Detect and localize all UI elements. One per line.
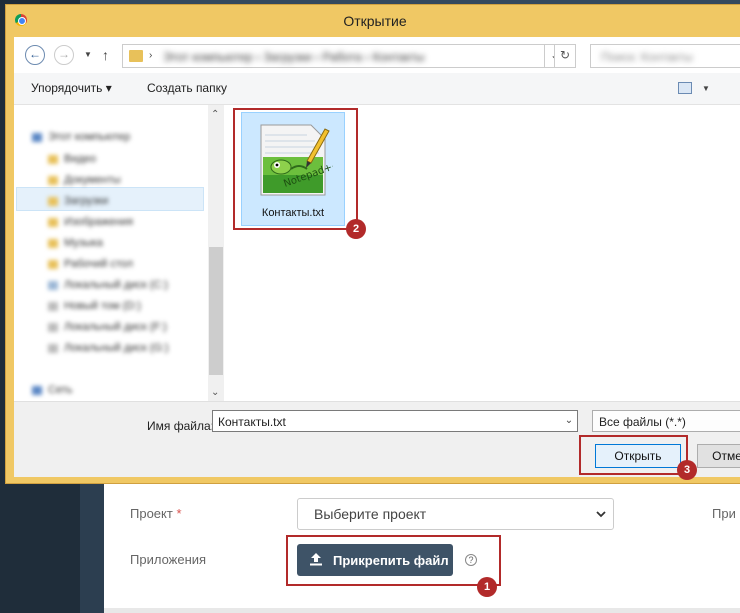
recent-locations-icon[interactable]: ▼ — [84, 50, 92, 59]
scroll-thumb[interactable] — [209, 247, 223, 375]
tree-item[interactable]: Локальный диск (G:) — [48, 342, 169, 354]
nav-scrollbar[interactable]: ⌃ ⌄ — [208, 105, 224, 401]
tree-item[interactable]: Этот компьютер — [32, 131, 130, 143]
filename-label: Имя файла: — [147, 419, 214, 433]
chevron-down-icon[interactable]: ⌄ — [561, 411, 577, 431]
step-badge-1: 1 — [477, 577, 497, 597]
file-list: Notepad++ Контакты.txt 2 — [225, 105, 740, 401]
tree-item[interactable]: Новый том (D:) — [48, 300, 141, 312]
scroll-down-icon[interactable]: ⌄ — [211, 387, 219, 398]
tree-item[interactable]: Локальный диск (F:) — [48, 321, 167, 333]
highlight-file — [233, 108, 358, 230]
folder-icon — [129, 50, 143, 62]
scroll-up-icon[interactable]: ⌃ — [211, 109, 219, 120]
breadcrumb: Этот компьютер › Загрузки › Работа › Кон… — [163, 50, 425, 64]
tree-item[interactable]: Изображения — [48, 216, 133, 228]
tree-item[interactable]: Видео — [48, 153, 96, 165]
dialog-title: Открытие — [343, 13, 407, 29]
organize-button[interactable]: Упорядочить ▾ — [31, 81, 112, 95]
up-arrow-icon[interactable]: ↑ — [102, 47, 109, 63]
cancel-button[interactable]: Отме — [697, 444, 740, 468]
open-file-dialog: Открытие ← → ▼ ↑ › Этот компьютер › Загр… — [5, 4, 740, 484]
search-input[interactable]: Поиск: Контакты — [590, 44, 740, 68]
project-label: Проект * — [130, 506, 182, 521]
tree-item[interactable]: Загрузки — [48, 195, 108, 207]
tree-selection — [16, 187, 204, 211]
refresh-button[interactable]: ↻ — [554, 44, 576, 68]
highlight-open — [579, 435, 688, 475]
navigation-bar: ← → ▼ ↑ › Этот компьютер › Загрузки › Ра… — [14, 37, 740, 73]
tree-item[interactable]: Документы — [48, 174, 121, 186]
forward-button[interactable]: → — [54, 45, 74, 65]
filetype-select[interactable]: Все файлы (*.*) — [592, 410, 740, 432]
page-footer-strip — [104, 608, 740, 613]
tree-item[interactable]: Локальный диск (C:) — [48, 279, 168, 291]
breadcrumb-arrow-icon: › — [149, 50, 153, 61]
highlight-attach — [286, 535, 501, 586]
project-form: Проект * Выберите проект При Приложения … — [104, 480, 740, 613]
chevron-down-icon — [595, 507, 607, 523]
attachments-label: Приложения — [130, 552, 207, 567]
tree-item[interactable]: Сеть — [32, 384, 72, 396]
required-mark: * — [176, 506, 182, 521]
search-placeholder: Поиск: Контакты — [601, 50, 693, 64]
new-folder-button[interactable]: Создать папку — [147, 81, 227, 95]
project-select-value: Выберите проект — [314, 506, 427, 522]
tree-item[interactable]: Рабочий стол — [48, 258, 133, 270]
project-select[interactable]: Выберите проект — [297, 498, 614, 530]
view-mode-dropdown-icon[interactable]: ▼ — [702, 84, 710, 93]
right-field-label: При — [712, 506, 736, 521]
filename-value: Контакты.txt — [218, 415, 286, 429]
navigation-pane: Этот компьютер Видео Документы Загрузки … — [14, 105, 207, 401]
dialog-titlebar[interactable]: Открытие — [6, 5, 740, 37]
tree-item[interactable]: Музыка — [48, 237, 103, 249]
back-button[interactable]: ← — [25, 45, 45, 65]
dialog-footer: Имя файла: Контакты.txt ⌄ Все файлы (*.*… — [14, 401, 740, 480]
dialog-toolbar: Упорядочить ▾ Создать папку ▼ — [14, 73, 740, 105]
view-mode-icon[interactable] — [678, 82, 692, 94]
filetype-value: Все файлы (*.*) — [599, 415, 686, 429]
filename-input[interactable]: Контакты.txt ⌄ — [212, 410, 578, 432]
dialog-body: ← → ▼ ↑ › Этот компьютер › Загрузки › Ра… — [14, 37, 740, 480]
step-badge-2: 2 — [346, 219, 366, 239]
address-bar[interactable]: › Этот компьютер › Загрузки › Работа › К… — [122, 44, 575, 68]
step-badge-3: 3 — [677, 460, 697, 480]
